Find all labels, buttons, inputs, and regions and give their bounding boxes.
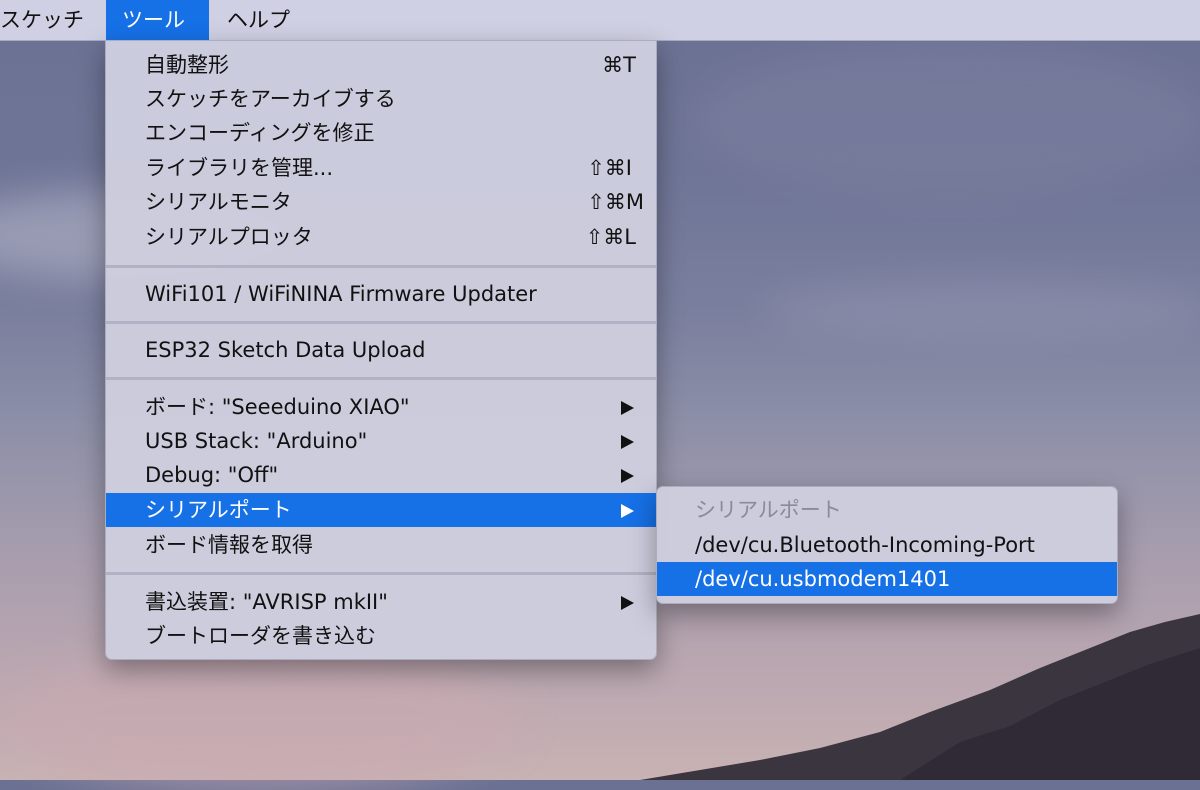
menu-item-serial-plotter[interactable]: シリアルプロッタ ⇧⌘L <box>106 220 656 254</box>
menu-item-label: ライブラリを管理... <box>145 156 334 180</box>
menu-separator <box>106 321 656 324</box>
menu-item-label: シリアルモニタ <box>145 190 292 214</box>
submenu-arrow-icon <box>621 596 634 610</box>
menu-item-label: ESP32 Sketch Data Upload <box>145 338 426 362</box>
menu-item-shortcut: ⇧⌘L <box>585 225 636 249</box>
menu-item-label: スケッチをアーカイブする <box>145 87 396 111</box>
menu-separator <box>106 265 656 268</box>
tools-menu: 自動整形 ⌘T スケッチをアーカイブする エンコーディングを修正 ライブラリを管… <box>105 40 657 660</box>
menu-item-label: 自動整形 <box>145 53 229 77</box>
submenu-arrow-icon <box>621 504 634 518</box>
menu-item-esp32-data-upload[interactable]: ESP32 Sketch Data Upload <box>106 333 656 367</box>
menubar-item-sketch[interactable]: スケッチ <box>0 0 94 40</box>
menubar-item-tools[interactable]: ツール <box>106 0 209 40</box>
menu-item-board[interactable]: ボード: "Seeeduino XIAO" <box>106 390 656 424</box>
menu-item-shortcut: ⌘T <box>602 53 636 77</box>
submenu-arrow-icon <box>621 469 634 483</box>
menu-item-burn-bootloader[interactable]: ブートローダを書き込む <box>106 619 656 653</box>
menu-separator <box>106 572 656 575</box>
port-item-usbmodem[interactable]: /dev/cu.usbmodem1401 <box>657 562 1117 596</box>
menu-item-shortcut: ⇧⌘M <box>587 190 644 214</box>
menu-item-debug[interactable]: Debug: "Off" <box>106 458 656 492</box>
menu-bar: スケッチ ツール ヘルプ <box>0 0 1200 41</box>
menu-item-label: Debug: "Off" <box>145 463 279 487</box>
menu-item-label: シリアルプロッタ <box>145 225 313 249</box>
menu-item-label: ブートローダを書き込む <box>145 624 376 648</box>
menu-item-fix-encoding[interactable]: エンコーディングを修正 <box>106 116 656 150</box>
menu-item-label: 書込装置: "AVRISP mkII" <box>145 590 388 614</box>
menu-item-shortcut: ⇧⌘I <box>587 156 632 180</box>
menu-item-label: シリアルポート <box>145 498 292 522</box>
menu-item-label: ボード: "Seeeduino XIAO" <box>145 395 410 419</box>
menu-item-label: WiFi101 / WiFiNINA Firmware Updater <box>145 282 537 306</box>
menu-item-auto-format[interactable]: 自動整形 ⌘T <box>106 48 656 82</box>
menu-item-manage-libraries[interactable]: ライブラリを管理... ⇧⌘I <box>106 151 656 185</box>
menu-item-board-info[interactable]: ボード情報を取得 <box>106 528 656 562</box>
submenu-arrow-icon <box>621 435 634 449</box>
menu-item-serial-monitor[interactable]: シリアルモニタ ⇧⌘M <box>106 185 656 219</box>
menu-separator <box>106 377 656 380</box>
menu-item-label: エンコーディングを修正 <box>145 121 375 145</box>
submenu-header: シリアルポート <box>695 498 842 522</box>
menu-item-archive-sketch[interactable]: スケッチをアーカイブする <box>106 82 656 116</box>
submenu-arrow-icon <box>621 401 634 415</box>
menu-item-label: ボード情報を取得 <box>145 533 313 557</box>
menubar-item-help[interactable]: ヘルプ <box>217 0 300 40</box>
menu-item-serial-port[interactable]: シリアルポート <box>106 493 656 527</box>
serial-port-submenu: シリアルポート /dev/cu.Bluetooth-Incoming-Port … <box>656 486 1118 604</box>
port-item-bluetooth[interactable]: /dev/cu.Bluetooth-Incoming-Port <box>657 528 1117 562</box>
menu-item-label: USB Stack: "Arduino" <box>145 429 368 453</box>
menu-item-programmer[interactable]: 書込装置: "AVRISP mkII" <box>106 585 656 619</box>
menu-item-usb-stack[interactable]: USB Stack: "Arduino" <box>106 424 656 458</box>
menu-item-firmware-updater[interactable]: WiFi101 / WiFiNINA Firmware Updater <box>106 277 656 311</box>
